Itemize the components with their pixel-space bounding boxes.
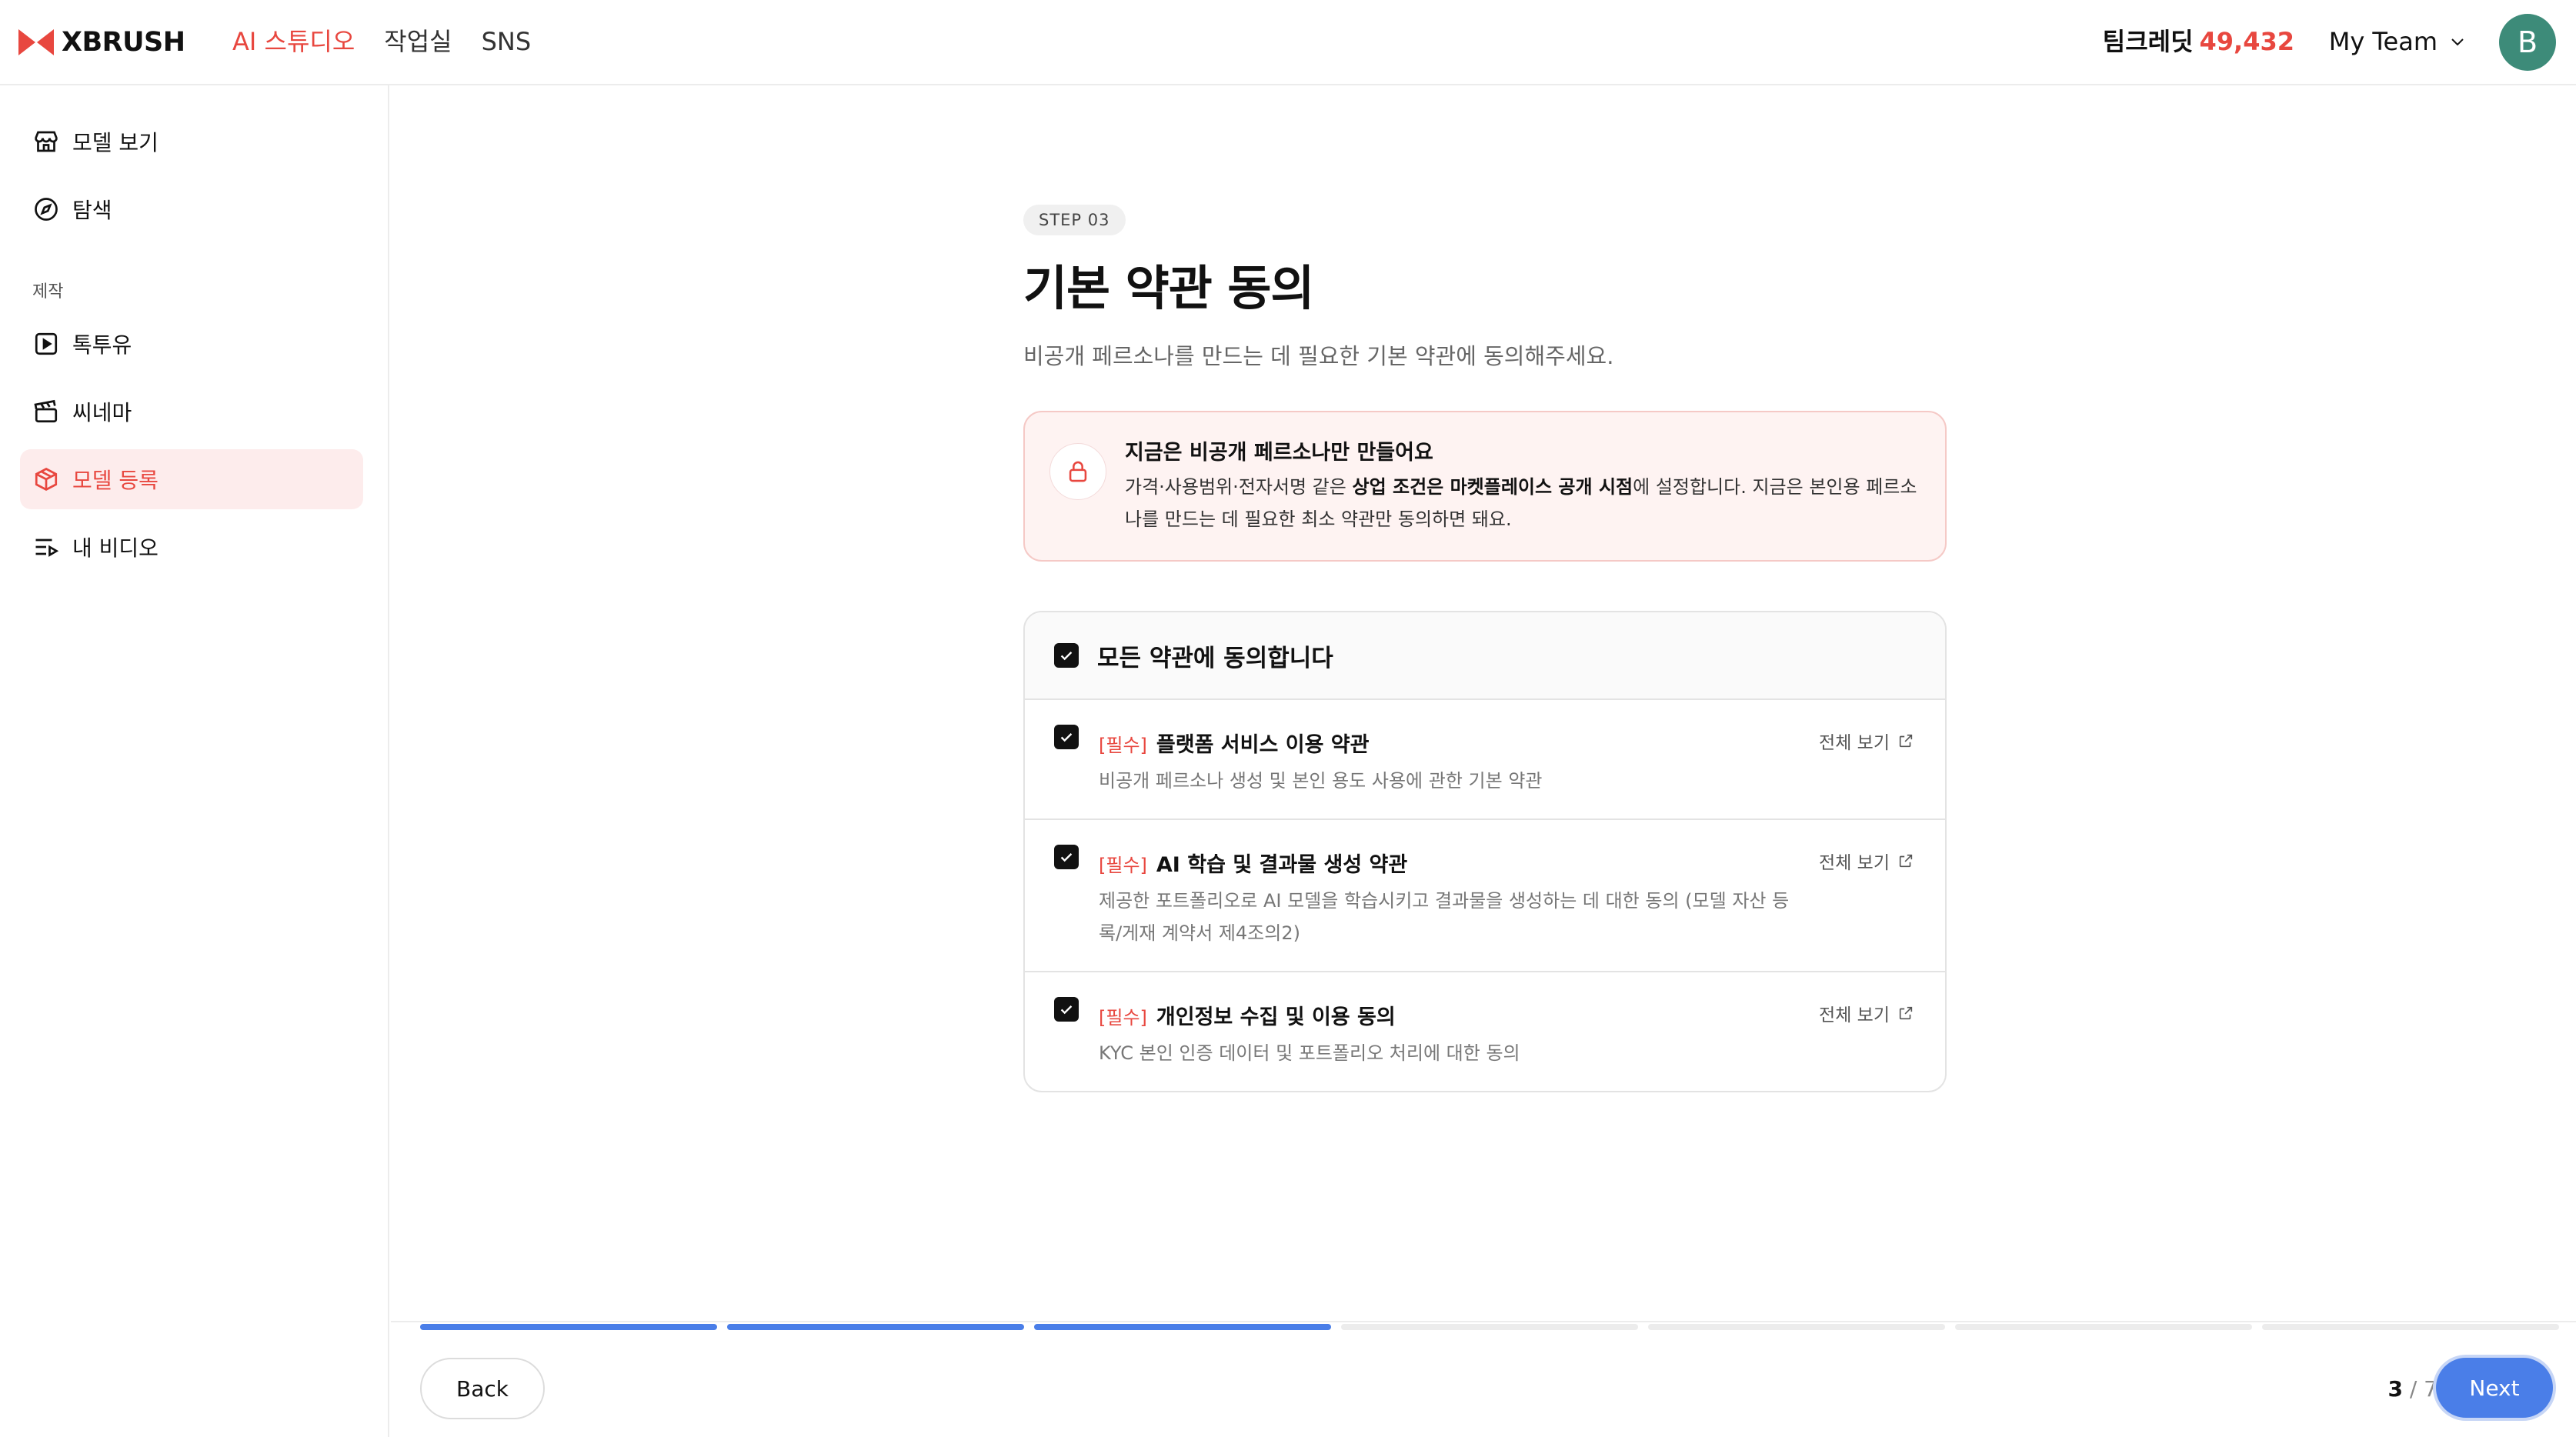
progress-segment [2262, 1324, 2559, 1330]
term-row-privacy: [필수] 개인정보 수집 및 이용 동의 KYC 본인 인증 데이터 및 포트폴리… [1025, 972, 1945, 1091]
lock-icon [1069, 461, 1087, 482]
next-button[interactable]: Next [2433, 1355, 2556, 1421]
term-title: [필수] 개인정보 수집 및 이용 동의 [1099, 1000, 1396, 1030]
view-full-label: 전체 보기 [1819, 1005, 1890, 1025]
required-tag: [필수] [1099, 1007, 1147, 1029]
team-credit-value: 49,432 [2199, 27, 2294, 56]
wizard-footer: Back 3 / 7 Next [391, 1321, 2576, 1437]
team-label: My Team [2328, 27, 2438, 56]
external-link-icon [1899, 854, 1913, 868]
term-description: KYC 본인 인증 데이터 및 포트폴리오 처리에 대한 동의 [1099, 1042, 1520, 1064]
page-subtitle: 비공개 페르소나를 만드는 데 필요한 기본 약관에 동의해주세요. [1023, 343, 1614, 369]
progress-segment [1034, 1324, 1331, 1330]
sidebar-item-cinema[interactable]: 씨네마 [20, 382, 363, 442]
nav-ai-studio[interactable]: AI 스튜디오 [232, 23, 355, 60]
term-checkbox[interactable] [1054, 997, 1079, 1022]
check-icon [1060, 733, 1073, 742]
sidebar-item-model-register[interactable]: 모델 등록 [20, 449, 363, 509]
progress-segment [1955, 1324, 2252, 1330]
progress-segment [1648, 1324, 1945, 1330]
agree-all-checkbox[interactable] [1054, 643, 1079, 668]
private-persona-notice: 지금은 비공개 페르소나만 만들어요 가격·사용범위·전자서명 같은 상업 조건… [1023, 411, 1947, 562]
logo-text: XBRUSH [62, 27, 185, 58]
current-step: 3 [2387, 1376, 2403, 1402]
sidebar-item-label: 내 비디오 [72, 535, 158, 561]
logo[interactable]: XBRUSH [18, 26, 185, 58]
sidebar-section-make: 제작 [32, 282, 64, 302]
sidebar-item-label: 씨네마 [72, 400, 132, 425]
compass-icon [35, 198, 58, 221]
avatar[interactable]: B [2499, 14, 2556, 71]
term-title-text: AI 학습 및 결과물 생성 약관 [1156, 853, 1408, 877]
sidebar: 모델 보기 탐색 제작 톡투유 씨네마 모델 등록 내 비디오 [0, 85, 389, 1437]
progress-segment [727, 1324, 1024, 1330]
term-checkbox[interactable] [1054, 845, 1079, 869]
nav-sns[interactable]: SNS [482, 23, 532, 60]
page-title: 기본 약관 동의 [1023, 260, 1314, 316]
term-title-text: 개인정보 수집 및 이용 동의 [1156, 1005, 1396, 1029]
box-icon [35, 467, 58, 492]
clapperboard-icon [34, 399, 58, 423]
sidebar-item-explore[interactable]: 탐색 [20, 179, 363, 239]
top-header: XBRUSH AI 스튜디오 작업실 SNS 팀크레딧 49,432 My Tea… [0, 0, 2576, 85]
back-button[interactable]: Back [420, 1358, 545, 1419]
sidebar-item-label: 탐색 [72, 198, 112, 223]
required-tag: [필수] [1099, 855, 1147, 876]
term-description: 제공한 포트폴리오로 AI 모델을 학습시키고 결과물을 생성하는 데 대한 동… [1099, 890, 1790, 944]
view-full-link[interactable]: 전체 보기 [1819, 728, 1914, 754]
view-full-label: 전체 보기 [1819, 733, 1890, 753]
play-square-icon [35, 332, 58, 355]
sidebar-item-label: 톡투유 [72, 332, 132, 358]
sidebar-item-model-view[interactable]: 모델 보기 [20, 112, 363, 172]
sidebar-item-label: 모델 보기 [72, 130, 158, 155]
term-row-ai-training: [필수] AI 학습 및 결과물 생성 약관 제공한 포트폴리오로 AI 모델을 … [1025, 820, 1945, 972]
term-title: [필수] 플랫폼 서비스 이용 약관 [1099, 728, 1370, 758]
chevron-down-icon [2451, 38, 2464, 46]
team-credit: 팀크레딧 49,432 [2103, 23, 2294, 60]
nav-workroom[interactable]: 작업실 [384, 23, 452, 60]
external-link-icon [1899, 734, 1913, 748]
lock-badge [1049, 443, 1106, 500]
step-progress-bar [420, 1324, 2559, 1330]
agree-all-label: 모든 약관에 동의합니다 [1097, 644, 1333, 672]
sidebar-item-talktoyou[interactable]: 톡투유 [20, 314, 363, 374]
sidebar-item-label: 모델 등록 [72, 468, 158, 493]
step-content: STEP 03 기본 약관 동의 비공개 페르소나를 만드는 데 필요한 기본 … [1023, 205, 1947, 1092]
term-title: [필수] AI 학습 및 결과물 생성 약관 [1099, 848, 1407, 878]
view-full-label: 전체 보기 [1819, 853, 1890, 873]
view-full-link[interactable]: 전체 보기 [1819, 1000, 1914, 1026]
check-icon [1060, 652, 1073, 661]
step-badge: STEP 03 [1023, 205, 1126, 235]
notice-body-text: 가격·사용범위·전자서명 같은 [1125, 476, 1353, 498]
notice-body-emphasis: 상업 조건은 마켓플레이스 공개 시점 [1352, 476, 1633, 498]
check-icon [1060, 1005, 1073, 1015]
notice-title: 지금은 비공개 페르소나만 만들어요 [1125, 441, 1433, 465]
required-tag: [필수] [1099, 735, 1147, 756]
sidebar-item-my-video[interactable]: 내 비디오 [20, 517, 363, 577]
video-list-icon [35, 538, 59, 557]
top-nav: AI 스튜디오 작업실 SNS [232, 23, 531, 60]
step-counter: 3 / 7 [2387, 1376, 2438, 1402]
team-credit-label: 팀크레딧 [2102, 27, 2194, 56]
xbrush-logo-icon [18, 29, 54, 55]
progress-segment [1341, 1324, 1638, 1330]
term-title-text: 플랫폼 서비스 이용 약관 [1156, 733, 1370, 757]
terms-agreement-box: 모든 약관에 동의합니다 [필수] 플랫폼 서비스 이용 약관 비공개 페르소나 … [1023, 611, 1947, 1092]
term-checkbox[interactable] [1054, 725, 1079, 749]
term-row-platform: [필수] 플랫폼 서비스 이용 약관 비공개 페르소나 생성 및 본인 용도 사용… [1025, 700, 1945, 820]
agree-all-row[interactable]: 모든 약관에 동의합니다 [1025, 612, 1945, 700]
team-selector[interactable]: My Team [2329, 23, 2467, 60]
store-icon [35, 131, 58, 152]
view-full-link[interactable]: 전체 보기 [1819, 848, 1914, 874]
progress-segment [420, 1324, 717, 1330]
external-link-icon [1899, 1006, 1913, 1020]
check-icon [1060, 853, 1073, 862]
notice-body: 가격·사용범위·전자서명 같은 상업 조건은 마켓플레이스 공개 시점에 설정합… [1125, 471, 1925, 535]
term-description: 비공개 페르소나 생성 및 본인 용도 사용에 관한 기본 약관 [1099, 770, 1543, 792]
